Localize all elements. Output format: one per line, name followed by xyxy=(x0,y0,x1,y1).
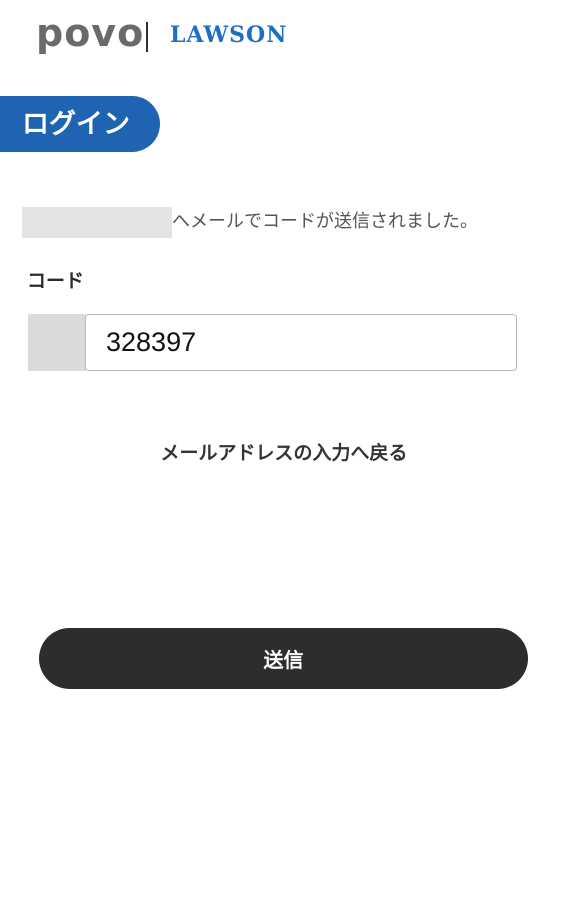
code-input[interactable] xyxy=(85,314,517,371)
page-title-banner: ログイン xyxy=(0,96,160,152)
page-title: ログイン xyxy=(22,108,130,140)
code-field-label: コード xyxy=(27,270,85,292)
lawson-logo: LAWSON xyxy=(170,22,288,48)
code-field-prefix xyxy=(28,314,86,371)
header: povo LAWSON xyxy=(0,0,568,78)
masked-email-address xyxy=(22,206,172,238)
back-to-email-link[interactable]: メールアドレスの入力へ戻る xyxy=(0,444,568,463)
povo-logo: povo xyxy=(36,11,145,55)
code-sent-message: へメールでコードが送信されました。 xyxy=(22,206,478,238)
logo-divider xyxy=(146,22,148,52)
code-sent-text: へメールでコードが送信されました。 xyxy=(172,211,478,232)
code-field xyxy=(28,314,517,371)
submit-button[interactable]: 送信 xyxy=(39,628,528,689)
